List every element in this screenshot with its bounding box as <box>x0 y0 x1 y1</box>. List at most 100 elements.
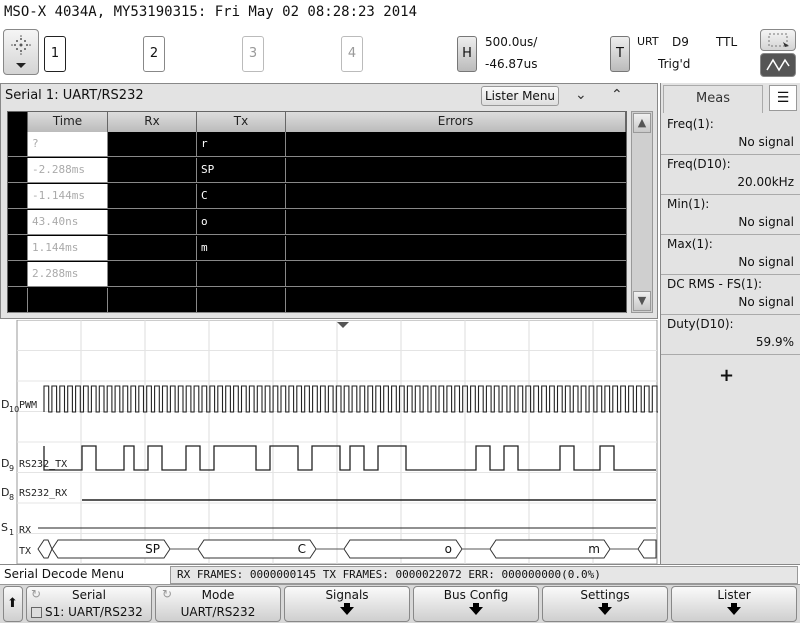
channel-2-button[interactable]: 2 <box>143 36 165 72</box>
row-select-cell <box>8 288 28 313</box>
add-measurement-icon[interactable]: + <box>719 365 734 386</box>
toolbar: 1 2 3 4 H 500.0us/ -46.87us T URT D9 TTL… <box>0 26 800 82</box>
row-tx-cell <box>197 262 286 287</box>
tx-frame-label: m <box>588 542 600 556</box>
lister-title: Serial 1: UART/RS232 <box>5 88 144 103</box>
trigger-button[interactable]: T <box>610 36 630 72</box>
waveform-display[interactable]: D 10 PWM D 9 RS232_TX D 8 RS232_RX S 1 RX TX SP Co m <box>0 319 661 565</box>
instrument-title: MSO-X 4034A, MY53190315: Fri May 02 08:2… <box>4 4 418 20</box>
serial-rx-label: RX <box>19 525 31 536</box>
trigger-status: Trig'd <box>658 57 691 71</box>
meas-name: Duty(D10): <box>667 317 734 331</box>
meas-item[interactable]: Freq(D10): 20.00kHz <box>661 155 800 195</box>
meas-value: No signal <box>738 135 794 149</box>
trigger-level: TTL <box>716 35 738 49</box>
menu-title: Serial Decode Menu <box>4 567 125 581</box>
row-rx-cell <box>108 210 197 235</box>
meas-name: Min(1): <box>667 197 710 211</box>
collapse-down-icon[interactable]: ⌄︎ <box>575 87 587 103</box>
zoom-select-button[interactable] <box>760 29 796 51</box>
signals-softkey[interactable]: Signals <box>284 586 410 622</box>
pwm-channel-name: PWM <box>19 400 37 411</box>
pwm-channel-label-sub: 10 <box>9 405 19 414</box>
list-icon[interactable]: ☰ <box>769 85 797 111</box>
col-rx-header[interactable]: Rx <box>108 112 197 132</box>
row-tx-cell: m <box>197 236 286 261</box>
row-select-cell <box>8 132 28 157</box>
trigger-mode: URT <box>637 35 659 48</box>
scroll-down-icon[interactable]: ▼ <box>633 291 651 311</box>
row-errors-cell <box>286 210 626 235</box>
bus-config-softkey[interactable]: Bus Config <box>413 586 539 622</box>
scroll-up-icon[interactable]: ▲ <box>633 113 651 133</box>
row-errors-cell <box>286 158 626 183</box>
channel-4-button[interactable]: 4 <box>341 36 363 72</box>
bus-config-softkey-label: Bus Config <box>443 588 509 602</box>
checkbox-icon[interactable] <box>31 607 42 618</box>
col-errors-header[interactable]: Errors <box>286 112 626 132</box>
lister-menu-button[interactable]: Lister Menu <box>481 86 559 106</box>
meas-value: No signal <box>738 295 794 309</box>
row-tx-cell: o <box>197 210 286 235</box>
col-time-header[interactable]: Time <box>28 112 108 132</box>
meas-name: DC RMS - FS(1): <box>667 277 763 291</box>
channel-3-button[interactable]: 3 <box>242 36 264 72</box>
cycle-icon: ↻ <box>31 587 42 601</box>
meas-item[interactable]: Max(1): No signal <box>661 235 800 275</box>
row-time-cell <box>28 288 108 313</box>
meas-item[interactable]: Min(1): No signal <box>661 195 800 235</box>
meas-value: No signal <box>738 215 794 229</box>
menu-bar: Serial Decode Menu RX FRAMES: 0000000145… <box>0 564 800 584</box>
back-button[interactable]: ⬆ <box>3 586 23 622</box>
meas-value: No signal <box>738 255 794 269</box>
settings-softkey[interactable]: Settings <box>542 586 668 622</box>
mode-softkey[interactable]: ↻ Mode UART/RS232 <box>155 586 281 622</box>
row-time-cell: ? <box>28 132 108 157</box>
row-select-cell <box>8 184 28 209</box>
row-rx-cell <box>108 236 197 261</box>
lister-softkey[interactable]: Lister <box>671 586 797 622</box>
row-rx-cell <box>108 262 197 287</box>
row-rx-cell <box>108 132 197 157</box>
row-tx-cell <box>197 288 286 313</box>
frame-counter: RX FRAMES: 0000000145 TX FRAMES: 0000022… <box>170 566 798 584</box>
meas-item[interactable]: DC RMS - FS(1): No signal <box>661 275 800 315</box>
lister-panel: Serial 1: UART/RS232 Lister Menu ⌄︎ ⌃ Ti… <box>0 83 658 319</box>
col-tx-header[interactable]: Tx <box>197 112 286 132</box>
row-time-cell: 1.144ms <box>28 236 108 261</box>
display-menu-button[interactable] <box>3 29 39 75</box>
waveform-touch-icon <box>766 58 790 72</box>
lister-softkey-label: Lister <box>717 588 751 602</box>
horizontal-button[interactable]: H <box>457 36 477 72</box>
signals-softkey-label: Signals <box>325 588 369 602</box>
up-arrow-icon: ⬆ <box>7 596 18 611</box>
row-errors-cell <box>286 262 626 287</box>
meas-item[interactable]: Duty(D10): 59.9% <box>661 315 800 355</box>
tx-frame-label: SP <box>145 542 160 556</box>
expand-up-icon[interactable]: ⌃ <box>611 87 623 103</box>
row-tx-cell: C <box>197 184 286 209</box>
meas-name: Max(1): <box>667 237 713 251</box>
touch-mode-button[interactable] <box>760 53 796 77</box>
horizontal-scale: 500.0us/ <box>485 35 538 49</box>
rs232-tx-channel-name: RS232_TX <box>19 459 67 470</box>
lister-scrollbar[interactable]: ▲ ▼ <box>631 111 653 313</box>
meas-item[interactable]: Freq(1): No signal <box>661 115 800 155</box>
waveform-svg: D 10 PWMD 9 RS232_TXD 8 RS232_RXS 1 RXTX SP Co m <box>1 319 661 565</box>
rs232-rx-channel-name: RS232_RX <box>19 488 67 499</box>
channel-1-button[interactable]: 1 <box>44 36 66 72</box>
serial-tx-label: TX <box>19 546 31 557</box>
serial-softkey[interactable]: Serial S1: UART/RS232 ↻ <box>26 586 152 622</box>
meas-tab[interactable]: Meas <box>663 85 763 113</box>
settings-softkey-label: Settings <box>580 588 630 602</box>
row-errors-cell <box>286 132 626 157</box>
lister-header: Serial 1: UART/RS232 Lister Menu ⌄︎ ⌃ <box>1 84 657 108</box>
mode-softkey-label: Mode <box>201 588 235 602</box>
serial-bus-label: S <box>1 521 8 534</box>
row-select-cell <box>8 262 28 287</box>
trigger-source: D9 <box>672 35 689 49</box>
tx-frame-label: C <box>298 542 306 556</box>
row-rx-cell <box>108 158 197 183</box>
row-tx-cell: SP <box>197 158 286 183</box>
row-rx-cell <box>108 288 197 313</box>
